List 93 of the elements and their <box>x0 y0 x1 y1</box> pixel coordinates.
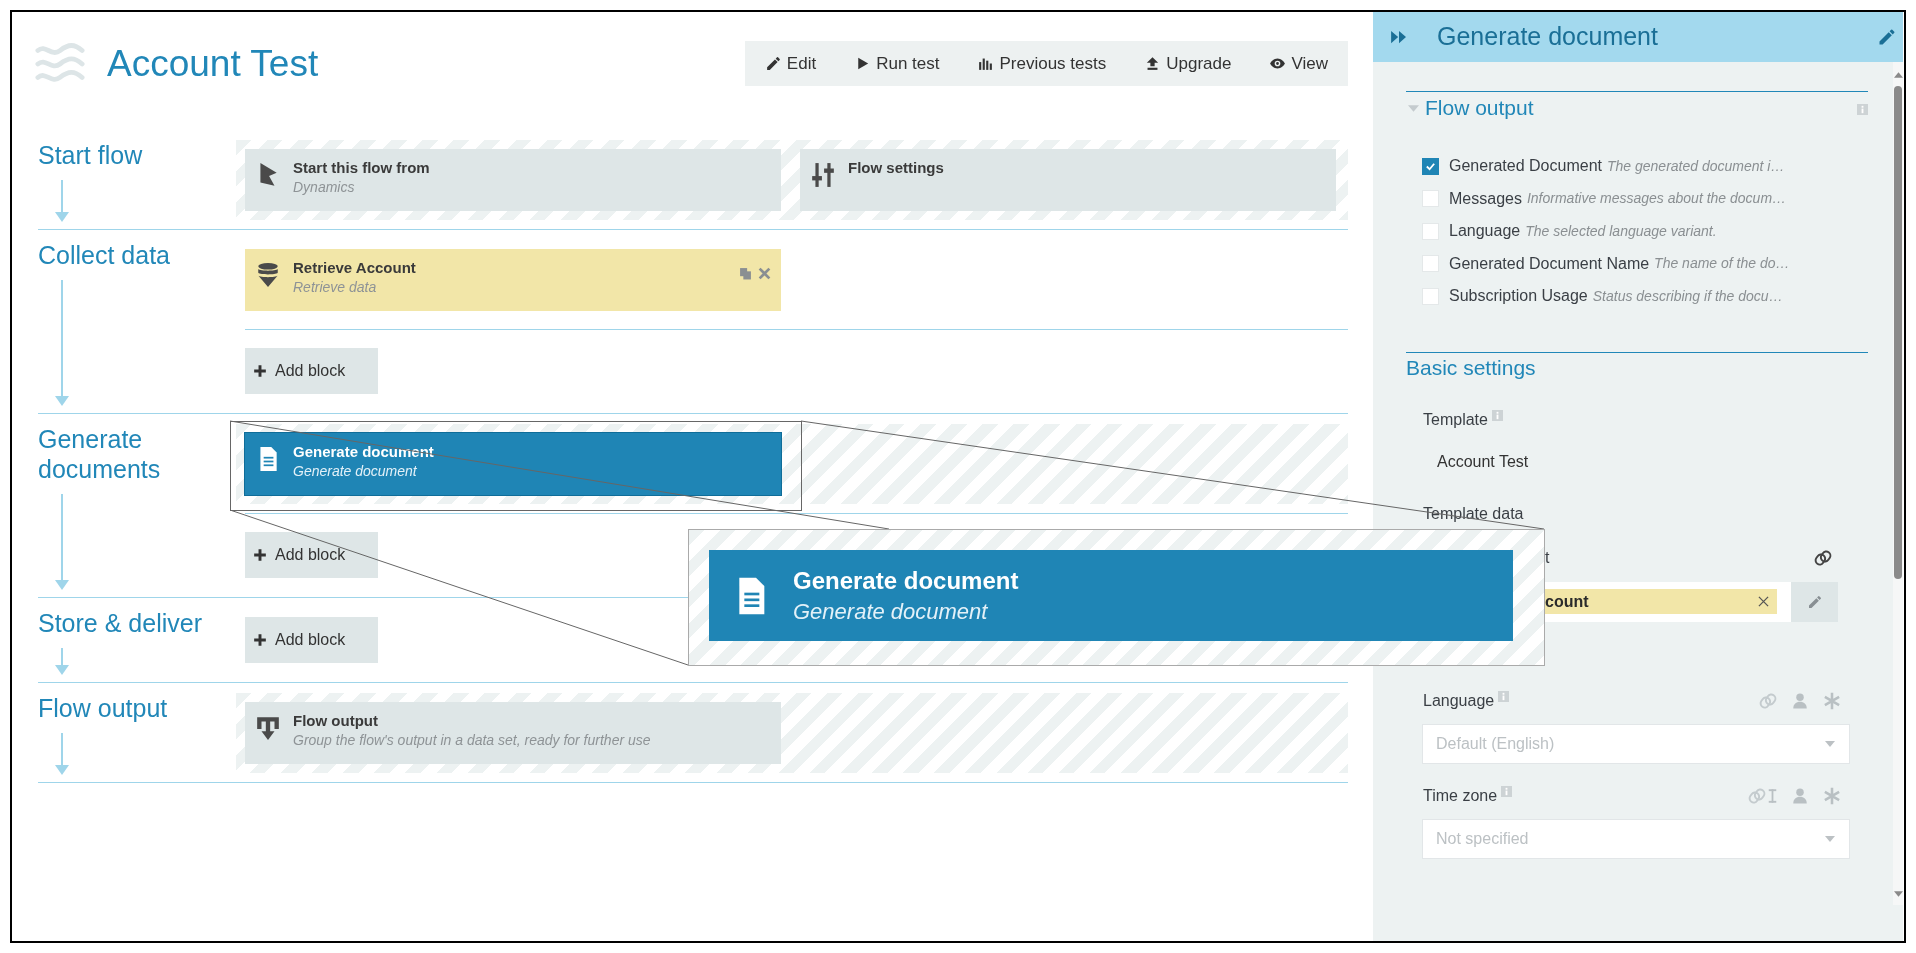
scroll-up-icon[interactable] <box>1893 72 1903 78</box>
add-block-button[interactable]: Add block <box>245 348 378 394</box>
field-label: Template data <box>1423 503 1525 524</box>
output-label: Generated Document Name <box>1449 253 1650 274</box>
template-value: Account Test <box>1437 451 1530 472</box>
add-block-button[interactable]: Add block <box>245 617 378 663</box>
field-label: Language <box>1423 690 1495 711</box>
info-icon <box>1498 690 1510 702</box>
toolbar-button[interactable]: Run test <box>854 50 940 77</box>
scroll-down-icon[interactable] <box>1893 891 1903 897</box>
down-arrow-icon <box>55 648 69 675</box>
pencil-icon <box>1806 593 1823 610</box>
checkbox[interactable] <box>1422 222 1439 240</box>
block-title: Generate document <box>293 442 434 462</box>
plus-icon <box>253 364 267 378</box>
block-subtitle: Retrieve data <box>293 278 378 296</box>
output-arrow-icon <box>255 715 281 741</box>
toolbar-button[interactable]: Previous tests <box>977 50 1107 77</box>
info-icon <box>1857 103 1868 115</box>
down-arrow-icon <box>55 494 69 590</box>
output-description: Status describing if the docu… <box>1592 286 1783 306</box>
output-label: Subscription Usage <box>1449 286 1588 307</box>
field-label: t <box>1545 547 1550 568</box>
block-subtitle: Generate document <box>793 597 989 626</box>
checkbox[interactable] <box>1422 255 1439 273</box>
down-arrow-icon <box>55 280 69 406</box>
database-icon <box>255 262 281 288</box>
down-arrow-icon <box>55 733 69 775</box>
output-description: The generated document i… <box>1607 156 1785 176</box>
checkbox[interactable] <box>1422 287 1439 305</box>
section-heading[interactable]: Flow output <box>1425 92 1534 124</box>
block-title: Flow output <box>293 711 379 731</box>
output-description: Informative messages about the docum… <box>1526 189 1787 209</box>
block-title: Generate document <box>793 565 1019 596</box>
toolbar-button[interactable]: View <box>1269 50 1328 77</box>
block-title: Start this flow from <box>293 158 430 178</box>
output-label: Language <box>1449 221 1521 242</box>
text-cursor-icon[interactable] <box>1768 786 1777 805</box>
block-title: Retrieve Account <box>293 258 416 278</box>
caret-down-icon[interactable] <box>1408 104 1419 112</box>
section-label: Start flow <box>38 140 144 170</box>
link-icon[interactable] <box>1814 548 1832 567</box>
down-arrow-icon <box>55 180 69 222</box>
section-label: Generate documents <box>38 424 162 484</box>
edit-button[interactable] <box>1791 581 1838 622</box>
flow-block[interactable]: Generate document Generate document <box>245 433 781 495</box>
checkbox[interactable] <box>1422 190 1439 208</box>
info-icon <box>1501 785 1513 797</box>
section-label: Flow output <box>38 693 169 723</box>
scrollbar[interactable] <box>1893 62 1903 905</box>
block-subtitle: Dynamics <box>293 178 356 196</box>
output-description: The name of the do… <box>1654 254 1790 274</box>
flow-block[interactable]: Flow settings <box>800 149 1336 211</box>
field-label: Template <box>1423 409 1488 430</box>
flow-block[interactable]: Start this flow from Dynamics <box>245 149 781 211</box>
checkbox[interactable] <box>1422 157 1439 175</box>
collapse-chevrons-icon[interactable] <box>1390 30 1408 44</box>
page-title: Account Test <box>107 41 319 86</box>
asterisk-icon[interactable] <box>1823 691 1841 710</box>
scrollbar-thumb[interactable] <box>1894 86 1902 579</box>
caret-down-icon <box>1825 740 1835 747</box>
info-icon <box>1491 409 1503 421</box>
pencil-icon[interactable] <box>1877 27 1897 47</box>
pencil-icon <box>764 55 782 72</box>
caret-down-icon <box>1825 835 1835 842</box>
flow-block[interactable]: Flow output Group the flow's output in a data set, ready for further use <box>245 702 781 764</box>
block-title: Flow settings <box>848 158 944 178</box>
sliders-icon <box>810 162 836 188</box>
asterisk-icon[interactable] <box>1823 786 1841 805</box>
panel-title: Generate document <box>1437 21 1658 53</box>
person-icon[interactable] <box>1791 691 1809 710</box>
output-label: Generated Document <box>1449 156 1602 177</box>
checkmark-icon <box>1425 160 1436 172</box>
flow-block[interactable]: Retrieve Account Retrieve data <box>245 249 781 311</box>
toolbar-button[interactable]: Upgrade <box>1144 50 1232 77</box>
section-label: Collect data <box>38 240 172 270</box>
person-icon[interactable] <box>1791 786 1809 805</box>
section-heading: Basic settings <box>1406 354 1537 381</box>
section-label: Store & deliver <box>38 608 203 638</box>
output-label: Messages <box>1449 188 1522 209</box>
add-block-button[interactable]: Add block <box>245 532 378 578</box>
close-icon[interactable] <box>758 267 771 280</box>
block-subtitle: Generate document <box>293 462 418 480</box>
field-label: Time zone <box>1423 785 1498 806</box>
toolbar-button[interactable]: Edit <box>764 50 817 77</box>
copy-icon[interactable] <box>739 267 752 280</box>
close-icon[interactable] <box>1758 596 1769 607</box>
plus-icon <box>253 633 267 647</box>
block-subtitle: Group the flow's output in a data set, ready for further use <box>293 731 651 749</box>
data-input-field[interactable]: count <box>1545 581 1791 622</box>
data-chip[interactable]: count <box>1545 589 1777 614</box>
output-description: The selected language variant. <box>1525 221 1717 241</box>
plus-icon <box>253 548 267 562</box>
